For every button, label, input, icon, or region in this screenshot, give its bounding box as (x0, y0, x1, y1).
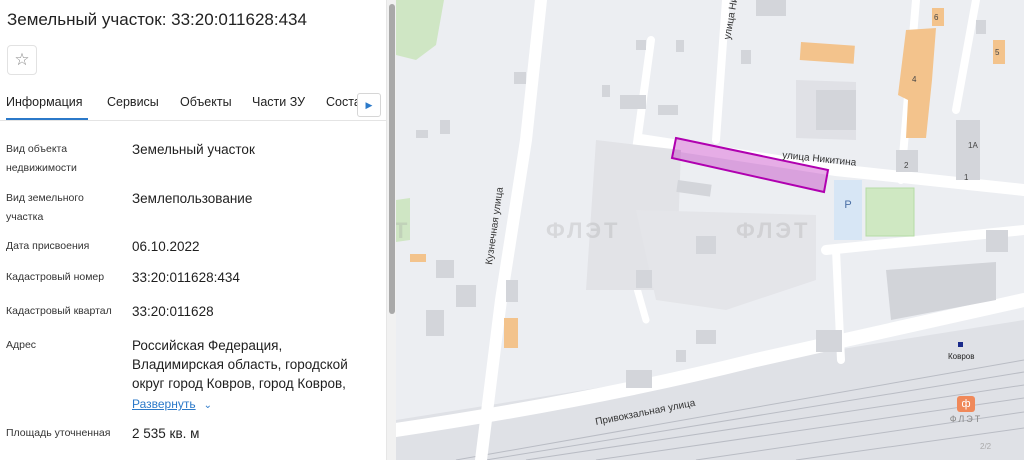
field-label: Вид земельного участка (6, 192, 84, 223)
map-view[interactable]: P улица Никитина улица Ники Кузнечная ул… (396, 0, 1024, 460)
field-value: 33:20:011628 (132, 304, 214, 319)
tab-bar: Информация Сервисы Объекты Части ЗУ Сост… (0, 88, 386, 121)
field-value: Российская Федерация, Владимирская облас… (132, 336, 372, 415)
flat-logo-text: ФЛЭТ (949, 414, 983, 424)
expand-address-link[interactable]: Развернуть (132, 397, 196, 411)
page-title: Земельный участок: 33:20:011628:434 (7, 10, 307, 29)
field-label: Кадастровый квартал (6, 305, 112, 317)
page-indicator: 2/2 (980, 442, 992, 451)
field-label: Адрес (6, 339, 37, 351)
watermark: ФЛЭТ (736, 218, 811, 243)
flat-logo: ф ФЛЭТ (944, 396, 988, 424)
star-icon: ☆ (14, 50, 30, 69)
svg-text:6: 6 (934, 13, 939, 22)
info-panel: Земельный участок: 33:20:011628:434 ☆ Ин… (0, 0, 396, 460)
tab-composition[interactable]: Соста (326, 95, 361, 109)
parking-label: P (844, 199, 851, 211)
field-value: 33:20:011628:434 (132, 270, 240, 285)
field-label: Кадастровый номер (6, 271, 105, 283)
park-area (865, 187, 915, 237)
field-label: Дата присвоения (6, 240, 90, 252)
field-label: Вид объекта недвижимости (6, 143, 77, 174)
active-tab-indicator (6, 118, 88, 120)
field-value: Землепользование (132, 191, 253, 206)
field-value: 06.10.2022 (132, 239, 200, 254)
svg-text:1А: 1А (968, 141, 978, 150)
chevron-right-icon: ▶ (365, 99, 373, 110)
address-text: Российская Федерация, Владимирская облас… (132, 338, 348, 391)
svg-text:5: 5 (995, 48, 1000, 57)
chevron-down-icon[interactable]: ⌄ (204, 396, 212, 415)
watermark: ФЛЭТ (546, 218, 621, 243)
watermark: ФЛЭТ (396, 218, 411, 243)
tab-information[interactable]: Информация (6, 95, 83, 109)
station-marker-icon (958, 342, 963, 347)
tab-services[interactable]: Сервисы (107, 95, 159, 109)
svg-text:2: 2 (904, 161, 909, 170)
field-label: Площадь уточненная (6, 427, 111, 439)
tab-parcel-parts[interactable]: Части ЗУ (252, 95, 305, 109)
field-value: Земельный участок (132, 142, 255, 157)
map-canvas[interactable]: P улица Никитина улица Ники Кузнечная ул… (396, 0, 1024, 460)
scrollbar-thumb[interactable] (389, 4, 395, 314)
tabs-next-button[interactable]: ▶ (357, 93, 381, 117)
tab-objects[interactable]: Объекты (180, 95, 232, 109)
station-label: Ковров (948, 352, 975, 361)
favorite-button[interactable]: ☆ (7, 45, 37, 75)
svg-text:4: 4 (912, 75, 917, 84)
field-value: 2 535 кв. м (132, 426, 200, 441)
flat-logo-icon: ф (957, 396, 975, 412)
svg-text:1: 1 (964, 173, 969, 182)
